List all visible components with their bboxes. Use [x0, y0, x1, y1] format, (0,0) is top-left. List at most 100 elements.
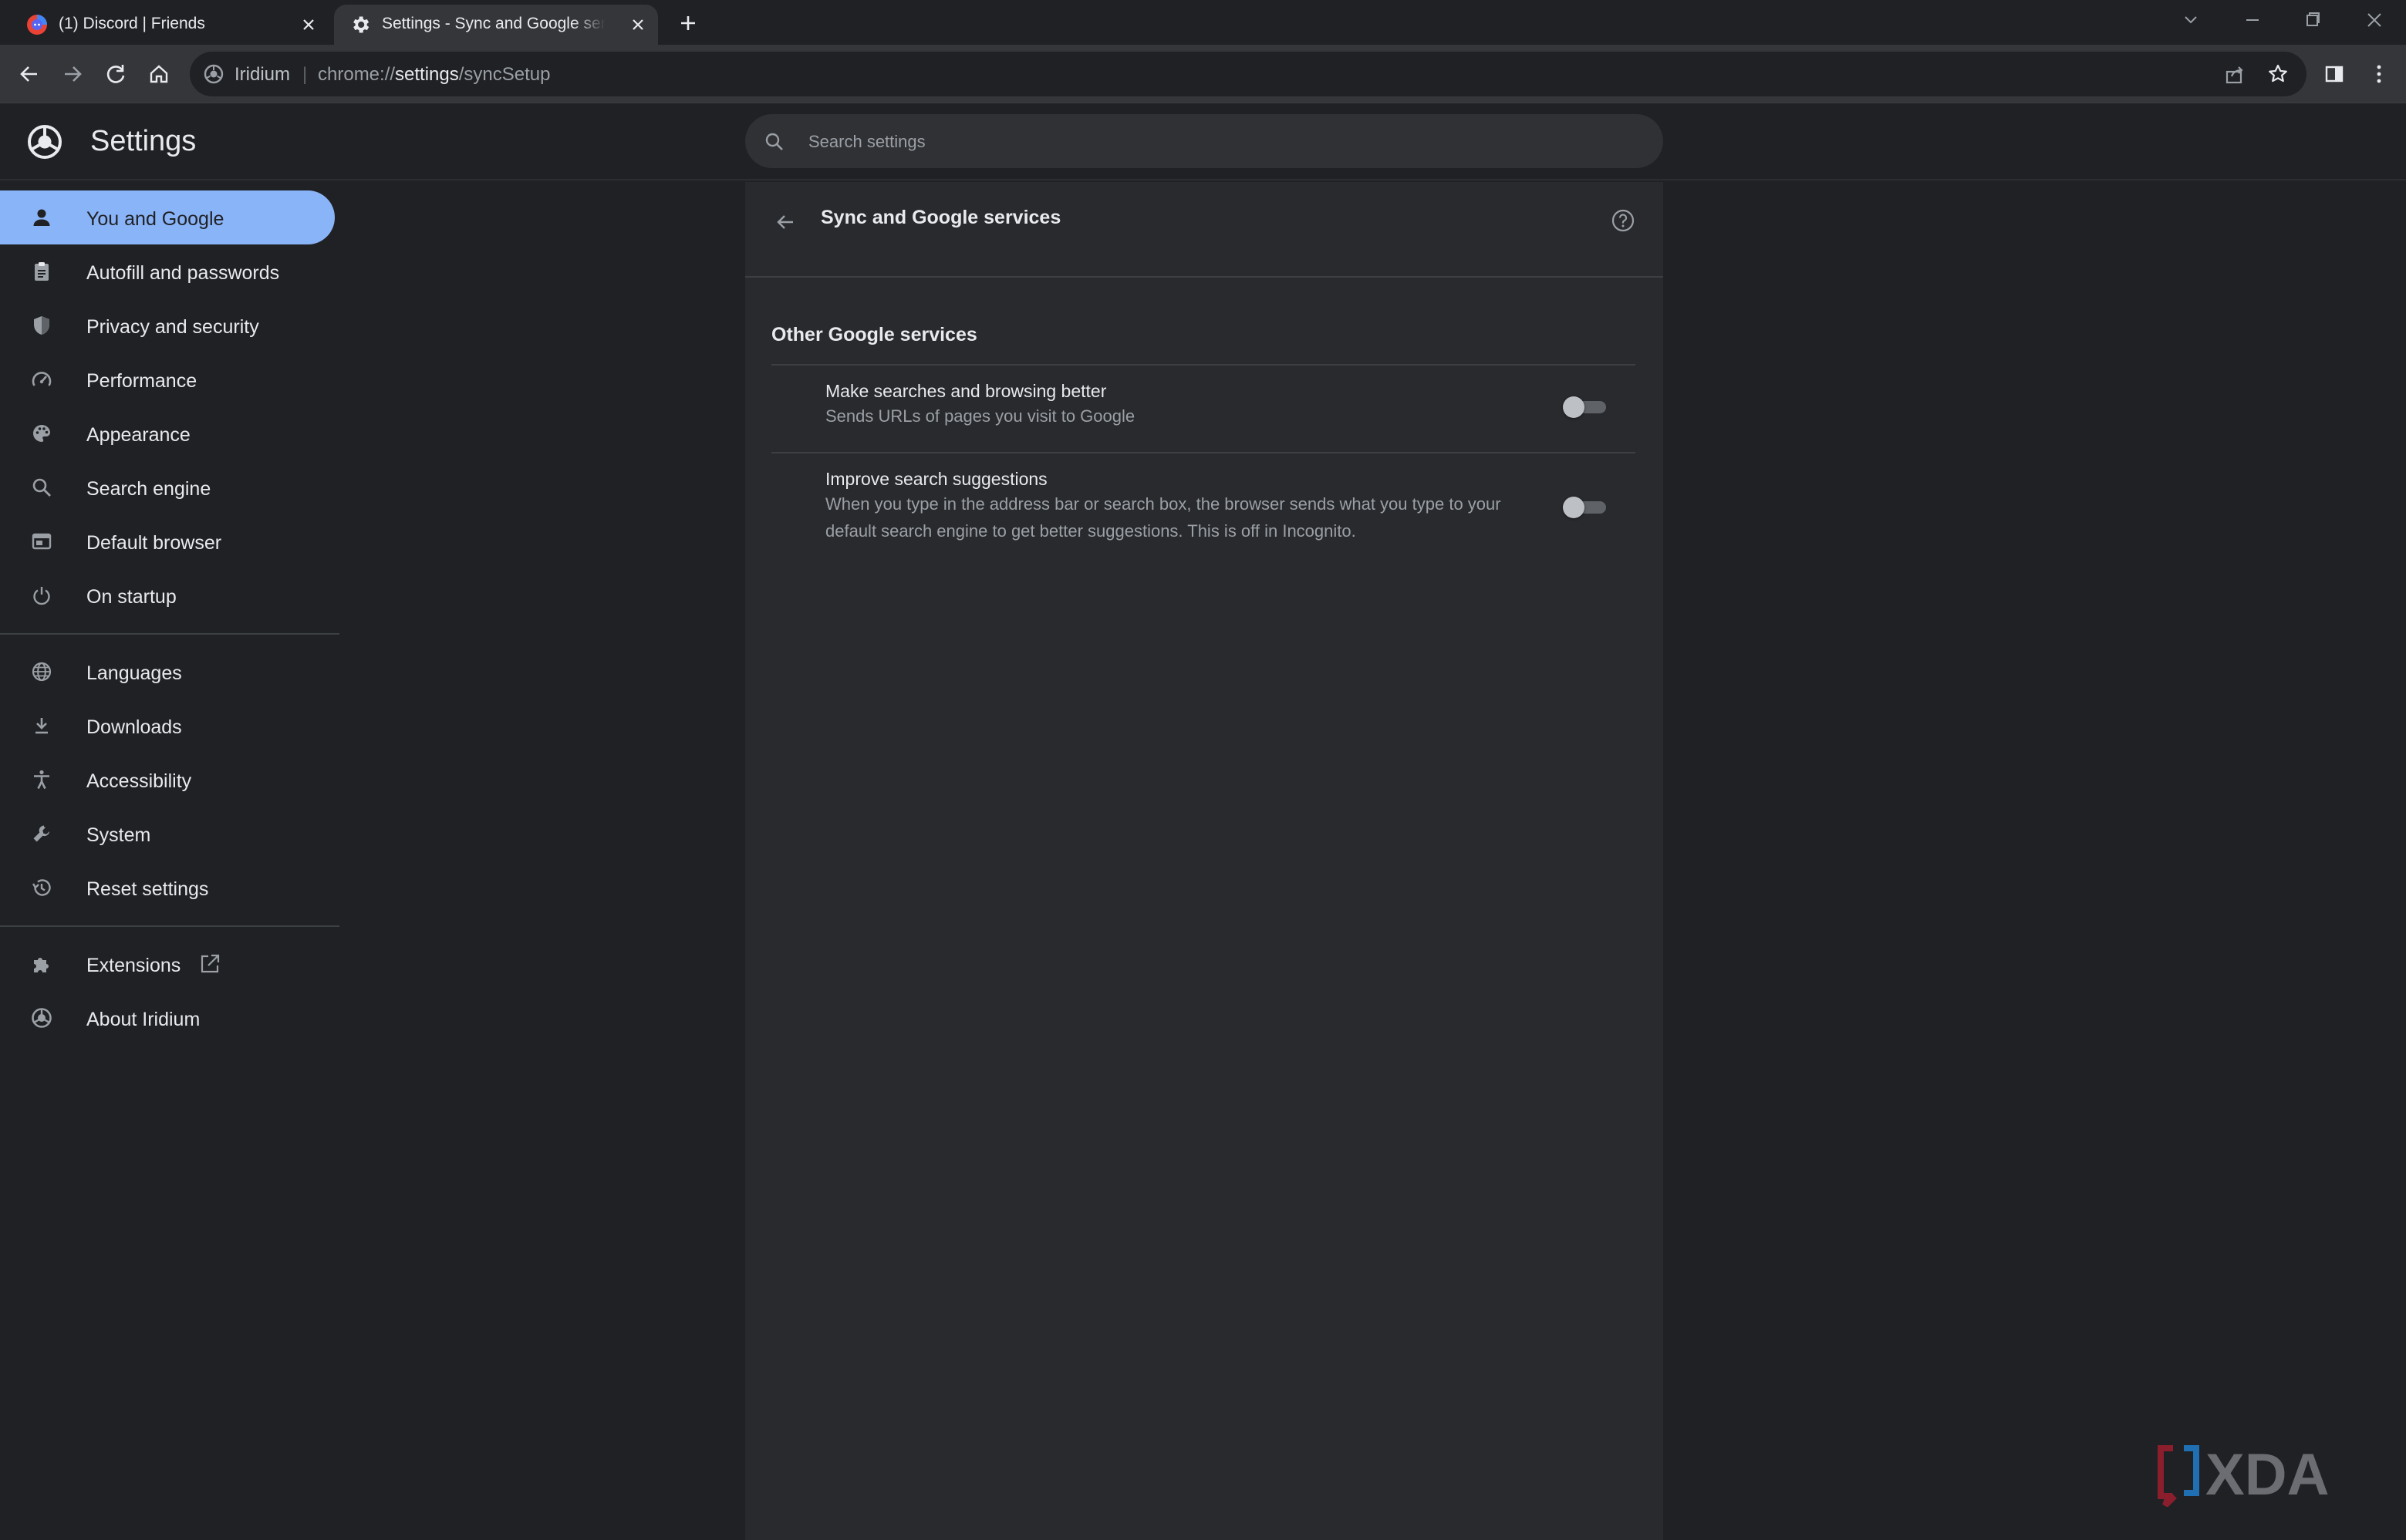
browser-toolbar: Iridium | chrome://settings/syncSetup [0, 45, 2406, 103]
settings-search-box[interactable] [745, 114, 1663, 170]
tab-search-chevron-icon[interactable] [2175, 8, 2206, 32]
speedometer-icon [31, 369, 52, 390]
url-text[interactable]: chrome://settings/syncSetup [318, 64, 550, 86]
side-panel-icon[interactable] [2319, 59, 2350, 89]
person-icon [31, 207, 52, 228]
back-arrow-icon[interactable] [14, 59, 45, 89]
toggle-switch[interactable] [1563, 395, 1606, 418]
sidebar-item-label: System [86, 824, 151, 846]
sidebar-item-about-iridium[interactable]: About Iridium [0, 991, 335, 1045]
iridium-logo-icon [31, 1007, 52, 1029]
toggle-knob [1563, 497, 1584, 518]
sidebar-item-label: Autofill and passwords [86, 262, 280, 284]
sidebar-item-privacy[interactable]: Privacy and security [0, 298, 335, 352]
bookmark-star-icon[interactable] [2266, 62, 2290, 86]
open-in-new-icon [198, 952, 221, 976]
sidebar-item-label: Appearance [86, 424, 191, 446]
tab-title: Settings - Sync and Google services [382, 15, 606, 32]
tab-settings[interactable]: Settings - Sync and Google services [334, 5, 658, 45]
subpage-header: Sync and Google services [745, 182, 1663, 278]
sidebar-item-label: About Iridium [86, 1009, 201, 1030]
sidebar-item-label: Languages [86, 662, 182, 684]
sidebar-item-performance[interactable]: Performance [0, 352, 335, 406]
sidebar-item-search-engine[interactable]: Search engine [0, 460, 335, 514]
search-icon [764, 131, 785, 153]
tab-title: (1) Discord | Friends [59, 15, 205, 32]
sidebar-item-label: Search engine [86, 478, 211, 500]
sidebar-item-autofill[interactable]: Autofill and passwords [0, 244, 335, 298]
sidebar-item-accessibility[interactable]: Accessibility [0, 753, 335, 807]
url-prefix: chrome:// [318, 64, 396, 85]
toggle-knob [1563, 396, 1584, 418]
sidebar-item-label: You and Google [86, 208, 224, 230]
iridium-logo-icon [26, 123, 63, 160]
sidebar-item-downloads[interactable]: Downloads [0, 699, 335, 753]
omnibox[interactable]: Iridium | chrome://settings/syncSetup [190, 52, 2306, 96]
gear-icon [349, 14, 371, 35]
page-title: Settings [90, 125, 197, 157]
shield-icon [31, 315, 52, 336]
sidebar-item-on-startup[interactable]: On startup [0, 568, 335, 622]
more-menu-icon[interactable] [2364, 59, 2394, 89]
sidebar-item-you-and-google[interactable]: You and Google [0, 190, 335, 244]
setting-description: When you type in the address bar or sear… [825, 494, 1501, 541]
restore-icon[interactable] [2297, 8, 2328, 32]
sidebar-divider [0, 633, 339, 635]
home-icon[interactable] [143, 59, 174, 89]
sidebar-item-default-browser[interactable]: Default browser [0, 514, 335, 568]
history-icon [31, 877, 52, 898]
setting-title: Improve search suggestions [825, 469, 1048, 489]
sidebar-item-label: Default browser [86, 532, 222, 554]
sidebar-item-label: Extensions [86, 955, 181, 976]
forward-arrow-icon[interactable] [57, 59, 88, 89]
settings-sidebar: You and Google Autofill and passwords Pr… [0, 180, 339, 1540]
sidebar-item-reset-settings[interactable]: Reset settings [0, 861, 335, 915]
sidebar-item-label: Privacy and security [86, 316, 259, 338]
discord-icon [26, 14, 48, 35]
setting-row-searches-browsing: Make searches and browsing better Sends … [771, 364, 1635, 452]
help-icon[interactable] [1608, 205, 1638, 236]
puzzle-icon [31, 953, 52, 975]
subpage-title: Sync and Google services [821, 207, 1061, 228]
minimize-icon[interactable] [2237, 8, 2268, 32]
palette-icon [31, 423, 52, 444]
toggle-switch[interactable] [1563, 495, 1606, 518]
iridium-logo-icon[interactable] [204, 64, 224, 84]
sidebar-item-system[interactable]: System [0, 807, 335, 861]
sidebar-item-label: On startup [86, 586, 177, 608]
site-name: Iridium [235, 64, 291, 85]
svg-text:XDA: XDA [2205, 1442, 2329, 1507]
tab-discord[interactable]: (1) Discord | Friends [11, 5, 329, 45]
share-icon[interactable] [2223, 62, 2246, 86]
url-separator: | [302, 64, 308, 85]
new-tab-plus-icon[interactable] [676, 11, 700, 35]
search-input[interactable] [807, 114, 1643, 170]
sidebar-item-label: Downloads [86, 716, 182, 738]
search-icon [31, 477, 52, 498]
back-arrow-icon[interactable] [768, 205, 802, 239]
sidebar-item-languages[interactable]: Languages [0, 645, 335, 699]
globe-icon [31, 661, 52, 682]
sidebar-item-label: Accessibility [86, 770, 192, 792]
setting-description: Sends URLs of pages you visit to Google [825, 406, 1136, 426]
close-window-icon[interactable] [2359, 8, 2390, 32]
reload-icon[interactable] [100, 59, 131, 89]
section-heading: Other Google services [771, 324, 977, 345]
sidebar-item-appearance[interactable]: Appearance [0, 406, 335, 460]
tab-strip: (1) Discord | Friends Settings - Sync an… [0, 0, 2406, 45]
setting-title: Make searches and browsing better [825, 381, 1107, 401]
url-path: /syncSetup [458, 64, 551, 85]
power-icon [31, 585, 52, 606]
setting-row-search-suggestions: Improve search suggestions When you type… [771, 452, 1635, 569]
close-icon[interactable] [629, 15, 647, 34]
accessibility-icon [31, 769, 52, 790]
wrench-icon [31, 823, 52, 844]
download-icon [31, 715, 52, 736]
sidebar-item-label: Reset settings [86, 878, 209, 900]
xda-watermark-logo: XDA [2156, 1441, 2380, 1507]
close-icon[interactable] [299, 15, 318, 34]
sidebar-item-label: Performance [86, 370, 197, 392]
settings-main-card: Sync and Google services Other Google se… [745, 182, 1663, 1540]
clipboard-icon [31, 261, 52, 282]
sidebar-item-extensions[interactable]: Extensions [0, 937, 335, 991]
